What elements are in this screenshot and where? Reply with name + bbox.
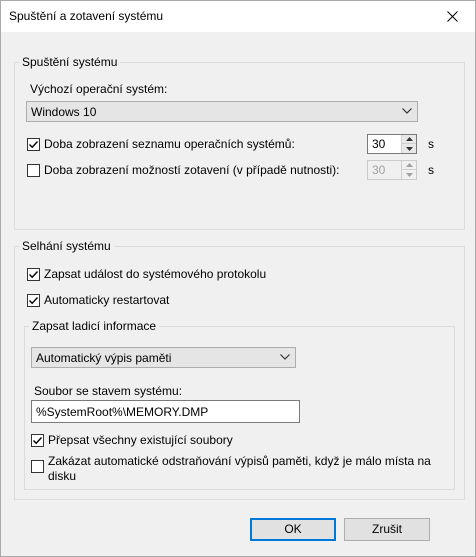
dump-file-value: %SystemRoot%\MEMORY.DMP [36, 405, 209, 419]
title-bar: Spuštění a zotavení systému [1, 1, 475, 32]
disable-auto-delete-checkbox[interactable] [31, 460, 44, 473]
overwrite-label: Přepsat všechny existující soubory [48, 433, 233, 447]
spin-down-icon [405, 172, 413, 177]
show-list-unit: s [428, 137, 434, 151]
close-icon [446, 11, 458, 22]
show-recovery-label: Doba zobrazení možností zotavení (v příp… [44, 163, 340, 177]
show-recovery-spinner[interactable]: 30 [367, 160, 417, 180]
show-recovery-checkbox[interactable] [27, 164, 40, 177]
spin-down-button[interactable] [401, 144, 416, 153]
show-list-checkbox[interactable] [27, 138, 40, 151]
disable-auto-delete-label-line1: Zakázat automatické odstraňování výpisů … [48, 454, 431, 468]
check-icon [29, 297, 39, 305]
chevron-down-icon [280, 354, 290, 360]
write-event-checkbox[interactable] [27, 268, 40, 281]
close-button[interactable] [429, 1, 475, 32]
default-os-label: Výchozí operační systém: [30, 82, 168, 96]
show-recovery-value: 30 [372, 163, 386, 177]
spin-down-button[interactable] [401, 170, 416, 179]
chevron-down-icon [402, 108, 412, 114]
cancel-button[interactable]: Zrušit [344, 518, 430, 541]
disable-auto-delete-label-line2: disku [48, 469, 77, 483]
dialog-window: Spuštění a zotavení systému Spuštění sys… [0, 0, 476, 557]
check-icon [29, 271, 39, 279]
auto-restart-label: Automaticky restartovat [44, 293, 170, 307]
spin-up-button[interactable] [401, 161, 416, 170]
auto-restart-checkbox[interactable] [27, 294, 40, 307]
overwrite-checkbox[interactable] [31, 434, 44, 447]
check-icon [29, 141, 39, 149]
spin-up-button[interactable] [401, 135, 416, 144]
show-list-spinner[interactable]: 30 [367, 134, 417, 154]
dump-file-input[interactable]: %SystemRoot%\MEMORY.DMP [31, 400, 300, 423]
write-event-label: Zapsat událost do systémového protokolu [44, 267, 267, 281]
spin-down-icon [405, 146, 413, 151]
show-list-label: Doba zobrazení seznamu operačních systém… [44, 137, 295, 151]
show-recovery-unit: s [428, 163, 434, 177]
spin-up-icon [405, 163, 413, 167]
show-list-value: 30 [372, 137, 386, 151]
check-icon [33, 437, 43, 445]
dump-type-value: Automatický výpis paměti [36, 351, 172, 365]
window-title: Spuštění a zotavení systému [9, 9, 164, 23]
ok-button[interactable]: OK [250, 518, 336, 541]
debug-legend: Zapsat ladicí informace [29, 319, 160, 333]
failure-legend: Selhání systému [19, 239, 114, 253]
default-os-select[interactable]: Windows 10 [26, 101, 418, 122]
spin-up-icon [405, 137, 413, 141]
startup-legend: Spuštění systému [19, 55, 121, 69]
default-os-value: Windows 10 [31, 105, 97, 119]
dump-type-select[interactable]: Automatický výpis paměti [31, 347, 296, 368]
dump-file-label: Soubor se stavem systému: [34, 384, 183, 398]
